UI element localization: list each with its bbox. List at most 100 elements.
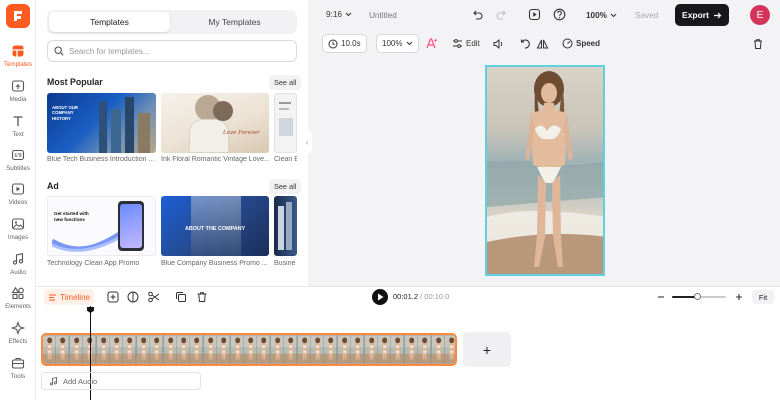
clip-frame [404,335,419,364]
search-input[interactable] [69,46,269,56]
rail-item-images[interactable]: Images [0,215,36,249]
timeline-tab-label: Timeline [60,292,90,302]
section-title-most-popular: Most Popular [47,77,103,87]
delete-icon[interactable] [195,290,209,304]
rail-item-tools[interactable]: Tools [0,354,36,388]
redo-icon[interactable] [496,9,508,21]
collapse-panel-button[interactable]: ‹ [302,130,312,154]
clip-frame [445,335,455,364]
current-time: 00:01.2 [393,292,419,301]
template-card-blue-company[interactable]: ABOUT THE COMPANY [161,196,269,256]
export-button[interactable]: Export [675,4,729,26]
edit-button[interactable]: Edit [452,34,480,53]
clip-frame [163,335,177,364]
template-search[interactable] [47,40,297,62]
clip-frame [364,335,378,364]
clock-icon [328,39,338,48]
video-preview[interactable] [485,65,605,276]
preview-play-icon[interactable] [528,8,541,21]
add-audio-button[interactable]: Add Audio [41,372,201,390]
templates-panel: Templates My Templates Most Popular See … [37,0,308,286]
rail-item-audio[interactable]: Audio [0,250,36,284]
clip-frame [43,335,57,364]
left-rail: Templates Media Text Subtitles Videos Im… [0,0,36,400]
thumb-text: Love Forever [223,130,260,136]
zoom-in-icon[interactable] [734,292,744,302]
fit-button[interactable]: Fit [752,290,774,304]
rail-label: Templates [3,61,33,68]
template-caption: Busine [274,260,296,267]
aspect-ratio-value: 9:16 [326,10,342,19]
clip-frame [177,335,191,364]
clip-frame [203,335,218,364]
clip-frame [69,335,84,364]
split-icon[interactable] [126,290,140,304]
template-card-clean[interactable] [274,93,297,153]
trash-icon[interactable] [752,38,764,50]
clip-frame [190,335,204,364]
rail-item-elements[interactable]: Elements [0,284,36,318]
sparkle-icon [11,321,25,335]
templates-icon [12,45,24,57]
speed-button[interactable]: Speed [562,34,600,53]
add-clip-button[interactable]: + [463,332,511,367]
project-title[interactable]: Untitled [369,11,397,20]
volume-icon[interactable] [492,38,504,50]
tab-templates[interactable]: Templates [49,12,170,32]
clip-frame [123,335,137,364]
flip-icon[interactable] [536,38,549,50]
rail-label: Images [7,234,29,241]
duration-pill[interactable]: 10.0s [322,34,367,53]
zoom-value: 100% [586,11,607,20]
image-icon [11,218,25,230]
play-button[interactable] [372,289,388,305]
clip-frame [96,335,110,364]
rail-item-text[interactable]: Text [0,112,36,146]
clip-frame [431,335,445,364]
avatar[interactable]: E [750,5,770,25]
rail-item-videos[interactable]: Videos [0,180,36,214]
undo-icon[interactable] [471,9,483,21]
rail-label: Videos [8,199,28,206]
template-caption: Ink Floral Romantic Vintage Love... [161,156,269,163]
subtitles-icon [11,149,25,161]
rail-item-media[interactable]: Media [0,77,36,111]
help-icon[interactable] [553,8,566,21]
zoom-select[interactable]: 100% [586,11,617,20]
tab-timeline[interactable]: Timeline [44,289,94,305]
see-all-ad[interactable]: See all [269,179,302,194]
rotate-icon[interactable] [519,38,531,50]
clip-frame [217,335,231,364]
see-all-most-popular[interactable]: See all [269,75,302,90]
rail-item-templates[interactable]: Templates [0,42,36,76]
template-card-blue-tech[interactable]: ABOUT OUR COMPANY HISTORY [47,93,156,153]
app-logo[interactable] [6,4,30,28]
chevron-left-icon: ‹ [305,137,309,147]
clip-frame [351,335,365,364]
scissors-icon[interactable] [147,290,161,304]
aspect-ratio-select[interactable]: 9:16 [326,10,352,19]
template-card-tech-app[interactable]: Get started with new functions [47,196,156,256]
zoom-out-icon[interactable] [656,292,666,302]
rail-item-subtitles[interactable]: Subtitles [0,146,36,180]
duplicate-icon[interactable] [174,290,188,304]
search-icon [54,46,64,56]
ai-text-icon[interactable] [425,37,438,50]
template-card-ink-floral[interactable]: Love Forever [161,93,269,153]
clip-frame [378,335,392,364]
play-icon [377,293,383,301]
add-media-icon[interactable] [106,290,120,304]
template-tabs: Templates My Templates [47,10,297,34]
export-label: Export [682,10,709,20]
scale-select[interactable]: 100% [376,34,420,53]
tab-my-templates[interactable]: My Templates [174,12,295,32]
clip-frame [337,335,352,364]
video-clip-track[interactable] [41,333,457,366]
rail-item-effects[interactable]: Effects [0,319,36,353]
template-card-business[interactable] [274,196,297,256]
edit-label: Edit [466,39,480,48]
clip-frame [150,335,164,364]
duration-value: 10.0s [341,39,361,48]
clip-frame [284,335,298,364]
chevron-down-icon [407,41,413,46]
